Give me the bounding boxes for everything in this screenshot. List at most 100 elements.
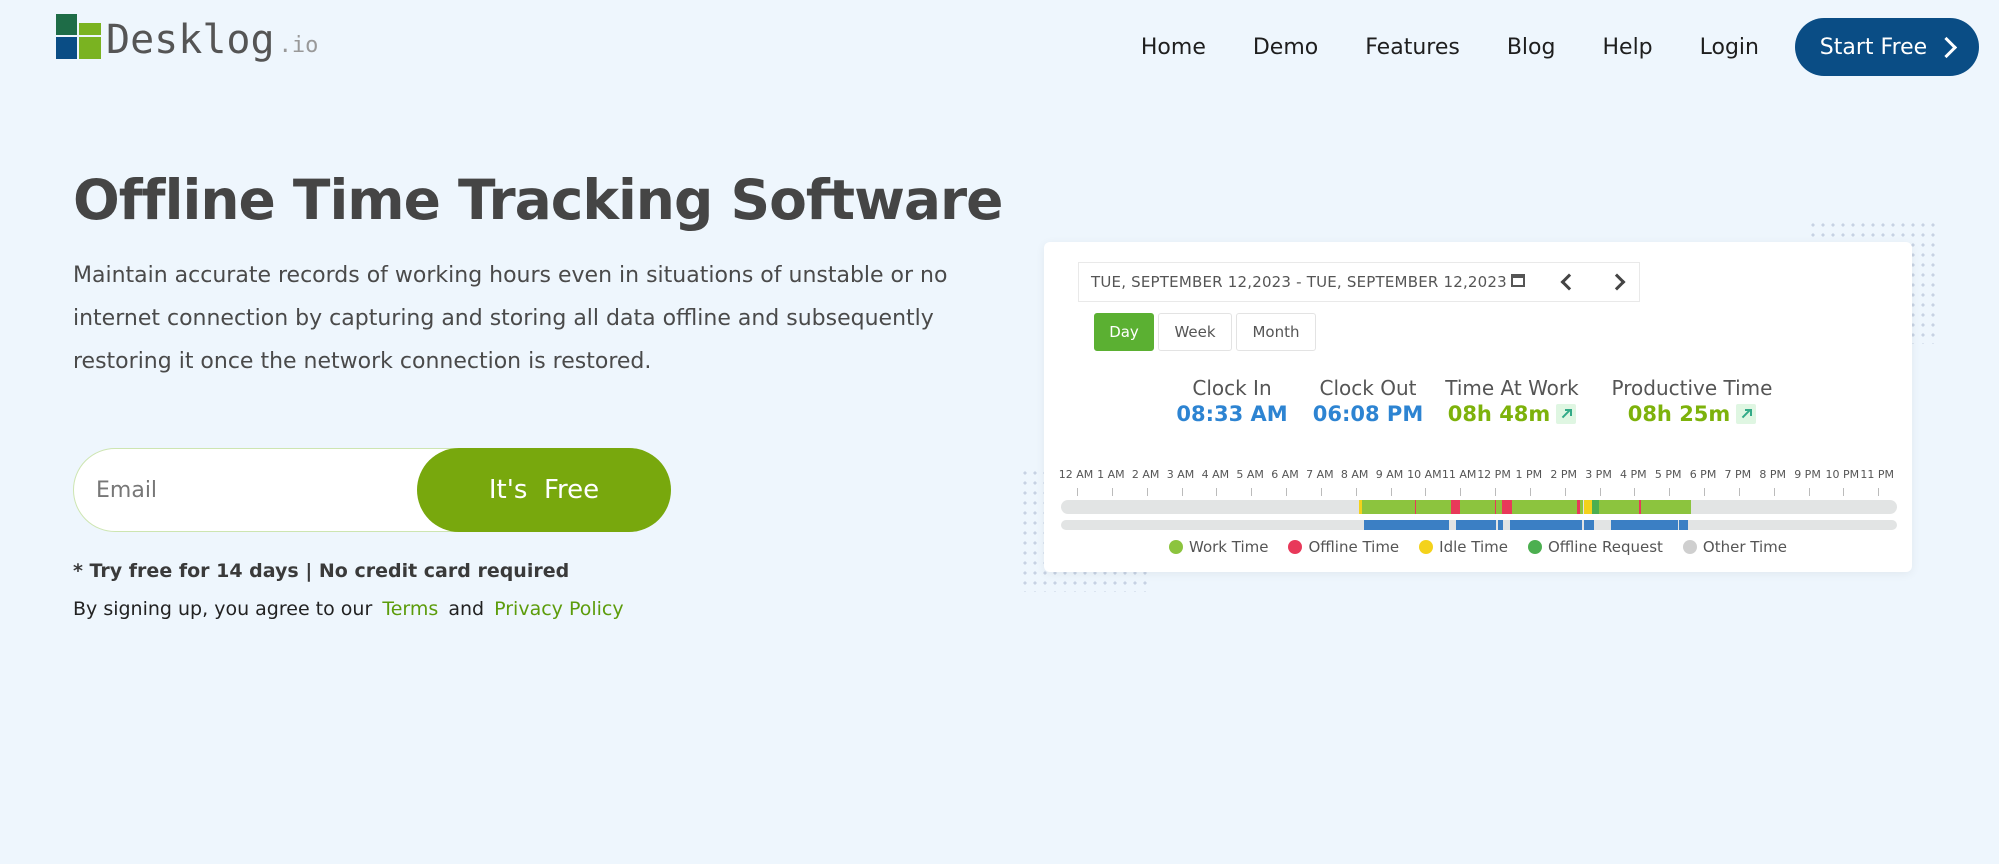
timeline-card: TUE, SEPTEMBER 12,2023 - TUE, SEPTEMBER … bbox=[1044, 242, 1912, 572]
logo-mark-icon bbox=[56, 14, 102, 60]
nav-demo[interactable]: Demo bbox=[1253, 35, 1318, 60]
trial-note: * Try free for 14 days | No credit card … bbox=[73, 560, 570, 582]
stat-value: 08h 25m bbox=[1604, 402, 1780, 426]
terms-link[interactable]: Terms bbox=[382, 598, 438, 620]
nav-blog[interactable]: Blog bbox=[1507, 35, 1556, 60]
activity-segment[interactable] bbox=[1640, 500, 1692, 514]
hour-tick bbox=[1251, 488, 1253, 496]
activity-timeline[interactable] bbox=[1061, 500, 1897, 514]
app-usage-segment[interactable] bbox=[1364, 520, 1450, 530]
app-usage-segment[interactable] bbox=[1679, 520, 1688, 530]
legend-label: Other Time bbox=[1702, 538, 1787, 556]
hour-tick bbox=[1320, 488, 1322, 496]
terms-and: and bbox=[448, 598, 485, 620]
nav-login[interactable]: Login bbox=[1700, 35, 1759, 60]
trend-up-icon[interactable] bbox=[1736, 404, 1757, 424]
activity-segment[interactable] bbox=[1451, 500, 1460, 514]
legend-label: Work Time bbox=[1189, 538, 1269, 556]
tab-month[interactable]: Month bbox=[1236, 313, 1316, 351]
date-range-picker[interactable]: TUE, SEPTEMBER 12,2023 - TUE, SEPTEMBER … bbox=[1078, 262, 1640, 302]
period-tabs: Day Week Month bbox=[1094, 313, 1320, 351]
date-range-text: TUE, SEPTEMBER 12,2023 - TUE, SEPTEMBER … bbox=[1091, 273, 1507, 291]
activity-segment[interactable] bbox=[1362, 500, 1415, 514]
hour-tick bbox=[1773, 488, 1775, 496]
hour-label: 1 AM bbox=[1097, 468, 1125, 481]
activity-segment[interactable] bbox=[1416, 500, 1452, 514]
app-usage-segment[interactable] bbox=[1456, 520, 1497, 530]
hero-description: Maintain accurate records of working hou… bbox=[73, 263, 948, 374]
hour-tick bbox=[1216, 488, 1218, 496]
hour-label: 10 AM bbox=[1407, 468, 1442, 481]
activity-segment[interactable] bbox=[1512, 500, 1577, 514]
trend-up-icon[interactable] bbox=[1556, 404, 1577, 424]
hour-tick bbox=[1286, 488, 1287, 496]
main-nav: Home Demo Features Blog Help Login Start… bbox=[1141, 18, 1979, 76]
hour-label: 11 PM bbox=[1860, 468, 1894, 481]
hour-label: 6 PM bbox=[1689, 468, 1717, 481]
chevron-right-icon[interactable] bbox=[1608, 273, 1626, 291]
hour-label: 1 PM bbox=[1515, 468, 1543, 481]
app-usage-segment[interactable] bbox=[1498, 520, 1504, 530]
stat-label: Time At Work bbox=[1445, 376, 1579, 400]
hour-tick bbox=[1878, 488, 1880, 496]
legend-item: Offline Request bbox=[1528, 538, 1663, 556]
app-usage-segment[interactable] bbox=[1611, 520, 1678, 530]
app-usage-timeline[interactable] bbox=[1061, 520, 1897, 530]
hour-label: 12 AM bbox=[1058, 468, 1094, 481]
hour-tick bbox=[1669, 488, 1671, 496]
stat-productive-time: Productive Time 08h 25m bbox=[1604, 376, 1780, 426]
hour-label: 2 AM bbox=[1131, 468, 1160, 481]
legend-dot-icon bbox=[1682, 540, 1697, 554]
app-usage-segment[interactable] bbox=[1583, 520, 1594, 530]
hour-label: 6 AM bbox=[1271, 468, 1299, 481]
legend-item: Offline Time bbox=[1288, 538, 1399, 556]
chevron-right-icon bbox=[1936, 36, 1958, 58]
timeline-legend: Work Time Offline Time Idle Time Offline Re… bbox=[1044, 538, 1912, 556]
stats-row: Clock In 08:33 AM Clock Out 06:08 PM Tim… bbox=[1044, 376, 1912, 436]
legend-item: Work Time bbox=[1169, 538, 1268, 556]
tab-week[interactable]: Week bbox=[1158, 313, 1232, 351]
its-free-button[interactable]: It's Free bbox=[417, 448, 671, 532]
legend-dot-icon bbox=[1288, 540, 1303, 554]
hour-label: 2 PM bbox=[1550, 468, 1577, 481]
app-usage-segment[interactable] bbox=[1510, 520, 1582, 530]
hour-tick bbox=[1390, 488, 1392, 496]
hour-label: 4 PM bbox=[1620, 468, 1647, 481]
hour-tick bbox=[1425, 488, 1427, 496]
hour-tick bbox=[1704, 488, 1705, 496]
hour-tick bbox=[1529, 488, 1531, 496]
privacy-policy-link[interactable]: Privacy Policy bbox=[494, 598, 623, 620]
activity-segment[interactable] bbox=[1592, 500, 1600, 514]
hour-tick bbox=[1460, 488, 1462, 496]
tab-day[interactable]: Day bbox=[1094, 313, 1154, 351]
terms-prefix: By signing up, you agree to our bbox=[73, 598, 373, 620]
hour-label: 7 AM bbox=[1306, 468, 1334, 481]
start-free-button[interactable]: Start Free bbox=[1795, 18, 1979, 76]
activity-segment[interactable] bbox=[1501, 500, 1513, 514]
nav-help[interactable]: Help bbox=[1602, 35, 1652, 60]
calendar-icon[interactable] bbox=[1511, 274, 1525, 287]
logo-text: Desklog bbox=[106, 17, 275, 63]
hour-tick bbox=[1564, 488, 1566, 496]
stat-clock-out: Clock Out 06:08 PM bbox=[1306, 376, 1430, 426]
logo[interactable]: Desklog .io bbox=[56, 14, 318, 60]
hour-label: 5 AM bbox=[1236, 468, 1264, 481]
stat-label: Clock Out bbox=[1319, 376, 1417, 400]
stat-value: 08h 48m bbox=[1438, 402, 1586, 426]
activity-segment[interactable] bbox=[1459, 500, 1495, 514]
legend-item: Other Time bbox=[1682, 538, 1787, 556]
stat-label: Productive Time bbox=[1611, 376, 1773, 400]
hour-label: 5 PM bbox=[1654, 468, 1682, 481]
nav-features[interactable]: Features bbox=[1365, 35, 1460, 60]
hour-label: 4 AM bbox=[1201, 468, 1230, 481]
hour-tick bbox=[1355, 488, 1357, 496]
legend-item: Idle Time bbox=[1419, 538, 1508, 556]
nav-home[interactable]: Home bbox=[1141, 35, 1206, 60]
hour-label: 3 PM bbox=[1585, 468, 1612, 481]
hour-tick bbox=[1738, 488, 1740, 496]
activity-segment[interactable] bbox=[1583, 500, 1593, 514]
hour-label: 10 PM bbox=[1825, 468, 1860, 481]
activity-segment[interactable] bbox=[1599, 500, 1640, 514]
hour-tick bbox=[1181, 488, 1183, 496]
chevron-left-icon[interactable] bbox=[1560, 273, 1578, 291]
